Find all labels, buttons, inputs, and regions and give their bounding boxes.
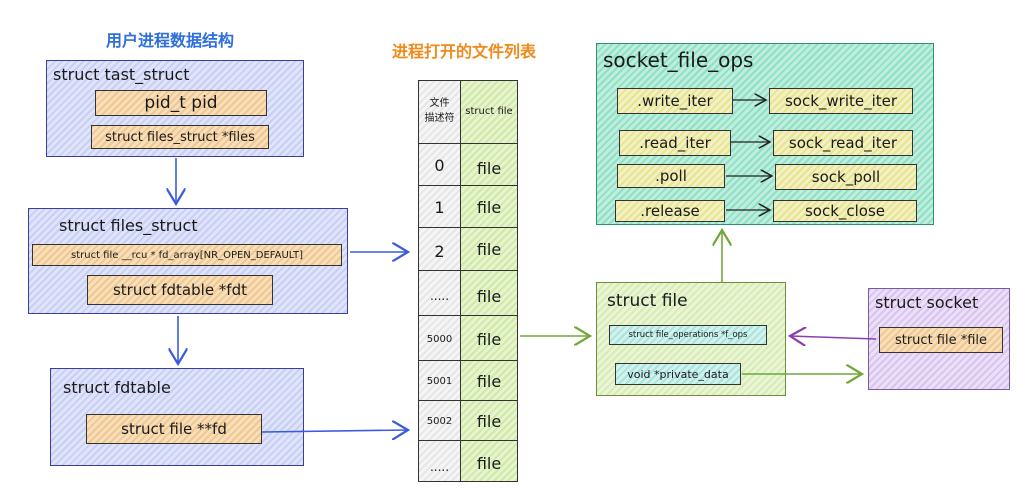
files-struct-box: struct files_struct struct file __rcu * … [28, 208, 348, 314]
struct-file-box: struct file struct file_operations *f_op… [596, 282, 786, 396]
file-list-title: 进程打开的文件列表 [392, 42, 537, 61]
fd-cell: 5002 [426, 415, 453, 427]
file-cell: file [476, 371, 502, 391]
file-cell: file [476, 197, 502, 217]
file-cell: file [476, 411, 502, 431]
fd-header: 文件 描述符 [418, 94, 461, 128]
row-divider [418, 400, 518, 401]
fd-header-line2: 描述符 [424, 113, 455, 124]
row-divider [418, 270, 518, 271]
fd-array-field: struct file __rcu * fd_array[NR_OPEN_DEF… [32, 244, 342, 266]
row-divider [418, 315, 518, 316]
file-cell: file [476, 239, 502, 259]
row-divider [418, 185, 518, 186]
fd-cell: 5000 [426, 333, 453, 345]
file-cell: file [476, 329, 502, 349]
task-struct-box: struct tast_struct pid_t pid struct file… [46, 60, 304, 157]
op-poll: .poll [617, 164, 725, 188]
fd-cell: 5001 [426, 375, 453, 387]
row-divider [418, 360, 518, 361]
op-write-iter: .write_iter [617, 88, 733, 114]
fd-cell: ..... [429, 460, 450, 474]
fdtable-title: struct fdtable [63, 378, 171, 397]
socket-file-field: struct file *file [879, 327, 1003, 353]
fdt-field: struct fdtable *fdt [87, 275, 273, 305]
files-struct-title: struct files_struct [59, 216, 198, 235]
files-field: struct files_struct *files [91, 125, 269, 149]
struct-file-header: struct file [465, 105, 513, 117]
fd-field: struct file **fd [86, 414, 262, 444]
struct-socket-title: struct socket [875, 293, 979, 312]
op-read-iter: .read_iter [619, 130, 731, 156]
file-cell: file [476, 453, 502, 473]
task-struct-title: struct tast_struct [53, 65, 190, 84]
row-divider [418, 227, 518, 228]
socket-file-ops-box: socket_file_ops .write_iter sock_write_i… [596, 43, 934, 225]
fn-sock-poll: sock_poll [775, 164, 917, 190]
fn-sock-write-iter: sock_write_iter [769, 88, 913, 114]
fdtable-box: struct fdtable struct file **fd [50, 368, 304, 466]
private-data-field: void *private_data [615, 363, 741, 385]
socket-file-ops-title: socket_file_ops [603, 48, 754, 72]
fd-header-line1: 文件 [429, 98, 450, 109]
fd-cell: ..... [429, 289, 450, 303]
fn-sock-read-iter: sock_read_iter [773, 130, 913, 156]
struct-socket-box: struct socket struct file *file [868, 288, 1010, 390]
arrow-socket-to-struct-file [790, 336, 877, 339]
file-cell: file [476, 158, 502, 178]
fn-sock-close: sock_close [773, 200, 917, 222]
pid-field: pid_t pid [95, 90, 267, 116]
row-divider [418, 143, 518, 144]
file-cell: file [476, 286, 502, 306]
fd-cell: 0 [434, 155, 445, 175]
op-release: .release [615, 200, 725, 222]
fd-cell: 2 [434, 241, 445, 261]
struct-file-title: struct file [607, 291, 688, 311]
f-ops-field: struct file_operations *f_ops [609, 325, 767, 345]
fd-cell: 1 [434, 197, 445, 217]
row-divider [418, 440, 518, 441]
user-process-title: 用户进程数据结构 [106, 31, 235, 50]
